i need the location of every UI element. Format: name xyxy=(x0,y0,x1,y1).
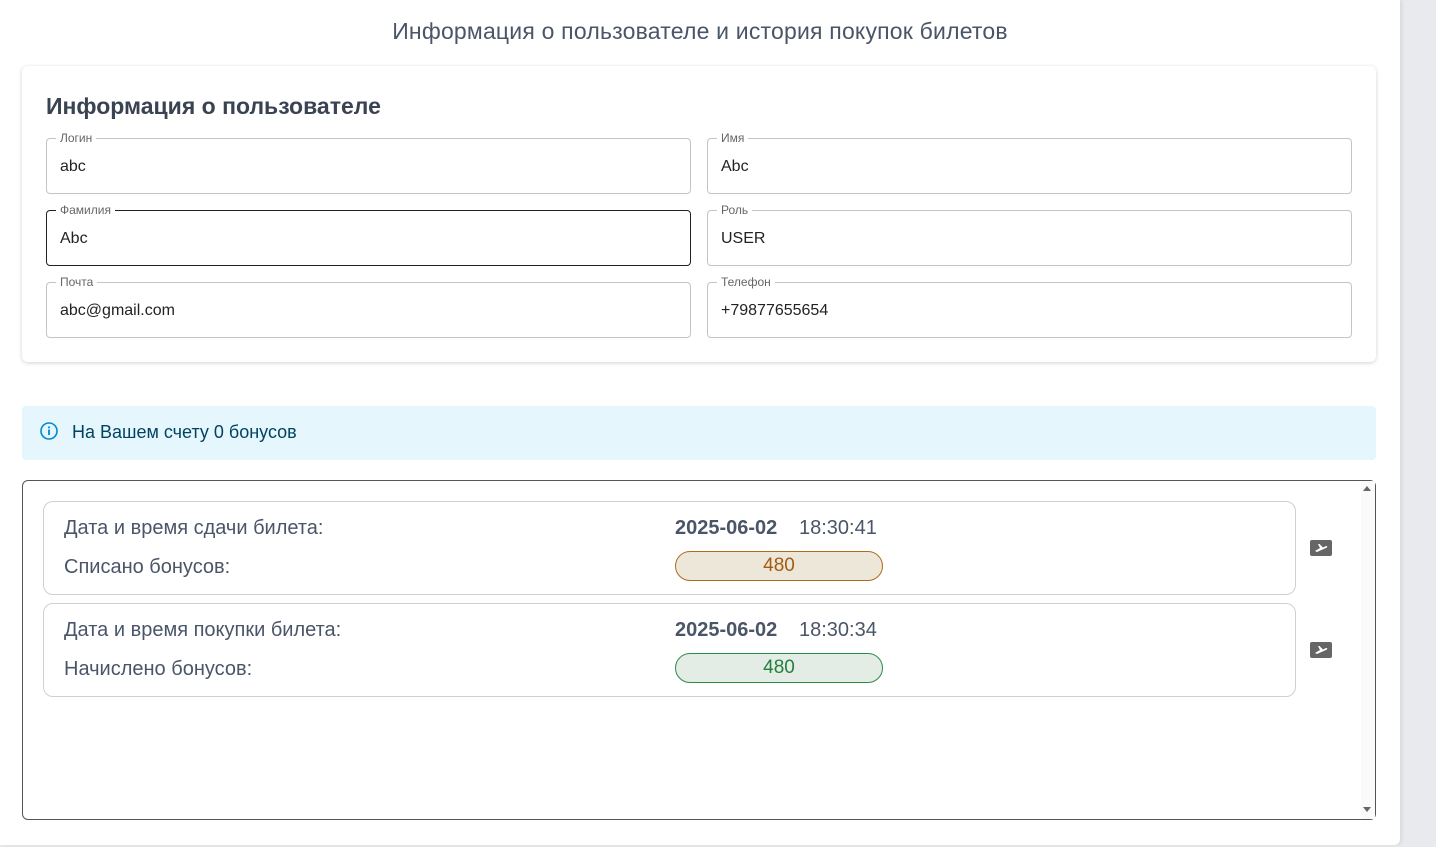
role-label: Роль xyxy=(717,202,753,218)
history-scrollbar[interactable] xyxy=(1361,481,1375,819)
ticket-history-list[interactable]: Дата и время сдачи билета: 2025-06-02 18… xyxy=(22,480,1376,820)
email-value: abc@gmail.com xyxy=(60,302,175,319)
purchase-datetime-label: Дата и время покупки билета: xyxy=(64,619,342,641)
earned-bonus-label: Начислено бонусов: xyxy=(64,658,253,680)
first-name-label: Имя xyxy=(717,130,749,146)
history-entry-purchase: Дата и время покупки билета: 2025-06-02 … xyxy=(43,603,1296,697)
purchase-time: 18:30:34 xyxy=(799,619,877,641)
bonus-alert-text: На Вашем счету 0 бонусов xyxy=(72,422,297,442)
info-icon xyxy=(40,422,58,440)
phone-label: Телефон xyxy=(717,274,775,290)
first-name-field[interactable]: Имя Abc xyxy=(707,130,1352,194)
last-name-label: Фамилия xyxy=(56,202,115,218)
phone-field[interactable]: Телефон +79877655654 xyxy=(707,274,1352,338)
email-label: Почта xyxy=(56,274,98,290)
scroll-up-arrow-icon[interactable] xyxy=(1363,486,1371,491)
return-time: 18:30:41 xyxy=(799,517,877,539)
bonus-alert: На Вашем счету 0 бонусов xyxy=(22,406,1376,460)
spent-bonus-label: Списано бонусов: xyxy=(64,556,231,578)
last-name-field[interactable]: Фамилия Abc xyxy=(46,202,691,266)
return-datetime-label: Дата и время сдачи билета: xyxy=(64,517,324,539)
user-info-title: Информация о пользователе xyxy=(46,93,381,119)
earned-bonus-badge: 480 xyxy=(675,653,883,683)
history-entry-return: Дата и время сдачи билета: 2025-06-02 18… xyxy=(43,501,1296,595)
login-label: Логин xyxy=(56,130,97,146)
return-date: 2025-06-02 xyxy=(675,517,778,539)
last-name-value: Abc xyxy=(60,230,88,247)
ticket-icon[interactable] xyxy=(1310,642,1332,658)
login-value: abc xyxy=(60,158,86,175)
user-info-card: Информация о пользователе Логин abc Имя … xyxy=(22,66,1376,362)
spent-bonus-badge: 480 xyxy=(675,551,883,581)
scroll-down-arrow-icon[interactable] xyxy=(1363,807,1371,812)
login-field[interactable]: Логин abc xyxy=(46,130,691,194)
page-title: Информация о пользователе и история поку… xyxy=(392,18,1008,44)
purchase-date: 2025-06-02 xyxy=(675,619,778,641)
ticket-icon[interactable] xyxy=(1310,540,1332,556)
role-field[interactable]: Роль USER xyxy=(707,202,1352,266)
email-field[interactable]: Почта abc@gmail.com xyxy=(46,274,691,338)
role-value: USER xyxy=(721,230,766,247)
first-name-value: Abc xyxy=(721,158,749,175)
page-container: Информация о пользователе и история поку… xyxy=(0,0,1400,845)
phone-value: +79877655654 xyxy=(721,302,829,319)
